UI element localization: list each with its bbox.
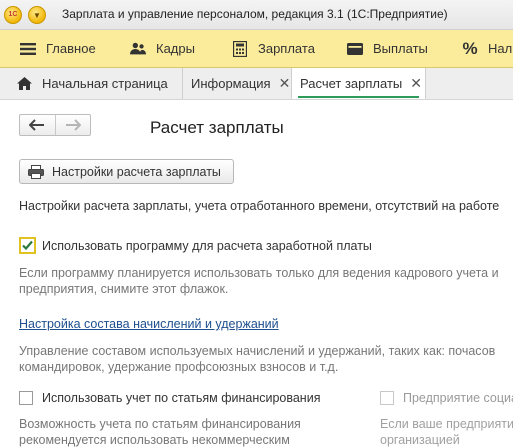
social-enterprise-checkbox[interactable] [380, 391, 394, 405]
salary-settings-button-label: Настройки расчета зарплаты [52, 164, 221, 179]
home-icon [17, 77, 32, 90]
section-main[interactable]: Главное [20, 30, 96, 67]
tab-home-page[interactable]: Начальная страница [0, 68, 183, 99]
use-program-checkbox[interactable] [19, 237, 36, 254]
checkmark-icon [22, 240, 33, 251]
tab-information-label: Информация [191, 76, 271, 91]
people-icon [130, 41, 146, 57]
tab-home-page-label: Начальная страница [42, 76, 168, 91]
financing-hint-line-2: рекомендуется использовать некоммерчески… [19, 433, 290, 447]
financing-label[interactable]: Использовать учет по статьям финансирова… [42, 391, 320, 405]
use-program-hint-line-1: Если программу планируется использовать … [19, 266, 499, 280]
accruals-settings-link[interactable]: Настройка состава начислений и удержаний [19, 317, 279, 331]
arrow-left-icon [29, 119, 45, 131]
section-main-label: Главное [46, 41, 96, 56]
navigation-buttons [19, 114, 91, 136]
open-windows-tabs: Начальная страница Информация ✕ Расчет з… [0, 68, 513, 100]
accruals-hint-line-2: командировок, удержание профсоюзных взно… [19, 360, 339, 374]
tab-salary-calculation[interactable]: Расчет зарплаты ✕ [292, 68, 426, 99]
tab-information[interactable]: Информация ✕ [183, 68, 292, 99]
section-taxes[interactable]: % Нал [462, 30, 512, 67]
close-icon[interactable]: ✕ [279, 75, 291, 92]
social-enterprise-hint-line-2: организацией [380, 433, 460, 447]
use-program-hint-line-2: предприятия, снимите этот флажок. [19, 282, 229, 296]
section-hr[interactable]: Кадры [130, 30, 195, 67]
financing-hint-line-1: Возможность учета по статьям финансирова… [19, 417, 301, 431]
app-logo-icon: 1С [4, 6, 22, 24]
sections-panel: Главное Кадры Зарплата Выплаты % Нал [0, 30, 513, 68]
salary-settings-button[interactable]: Настройки расчета зарплаты [19, 159, 234, 184]
section-taxes-label: Нал [488, 41, 513, 56]
social-enterprise-hint-line-1: Если ваше предприятие [380, 417, 513, 431]
window-title-bar: 1С ▼ Зарплата и управление персоналом, р… [0, 0, 513, 30]
section-salary-label: Зарплата [258, 41, 315, 56]
close-icon[interactable]: ✕ [410, 75, 422, 92]
social-enterprise-label[interactable]: Предприятие социа [403, 391, 513, 405]
section-salary[interactable]: Зарплата [232, 30, 315, 67]
section-hr-label: Кадры [156, 41, 195, 56]
use-program-label[interactable]: Использовать программу для расчета зараб… [42, 239, 372, 253]
back-button[interactable] [20, 115, 55, 135]
printer-icon [28, 164, 44, 179]
section-payments[interactable]: Выплаты [347, 30, 428, 67]
arrow-right-icon [65, 119, 81, 131]
settings-description: Настройки расчета зарплаты, учета отрабо… [19, 199, 500, 213]
tab-salary-calculation-label: Расчет зарплаты [300, 76, 403, 91]
accruals-hint-line-1: Управление составом используемых начисле… [19, 344, 496, 358]
page-title: Расчет зарплаты [150, 118, 284, 137]
chevron-down-icon: ▼ [33, 11, 41, 20]
calculator-icon [232, 40, 248, 57]
menu-lines-icon [20, 41, 36, 57]
financing-checkbox[interactable] [19, 391, 33, 405]
section-payments-label: Выплаты [373, 41, 428, 56]
window-title: Зарплата и управление персоналом, редакц… [62, 7, 448, 21]
wallet-icon [347, 41, 363, 57]
main-menu-button[interactable]: ▼ [28, 6, 46, 24]
forward-button[interactable] [54, 115, 91, 135]
percent-icon: % [462, 38, 478, 58]
form-content: Расчет зарплаты Настройки расчета зарпла… [0, 100, 513, 447]
